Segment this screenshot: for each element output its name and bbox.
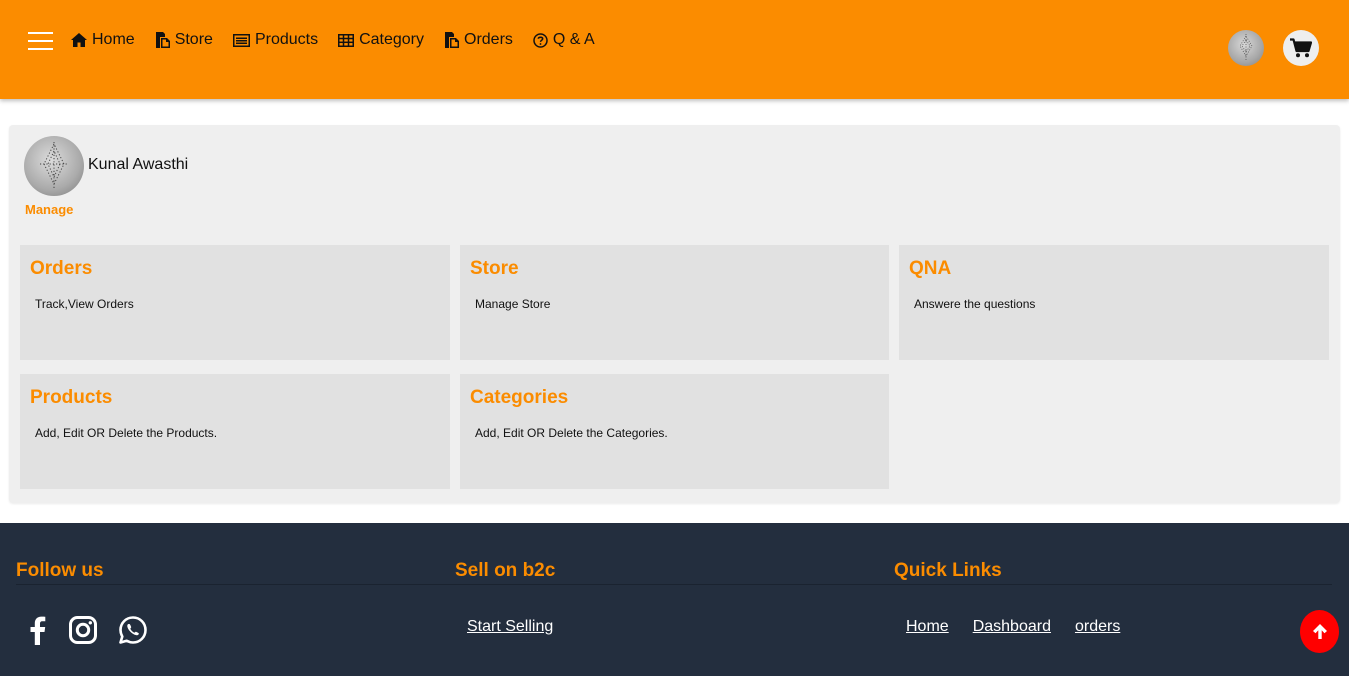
scroll-to-top-button[interactable] xyxy=(1300,610,1339,653)
footer-follow-section: Follow us xyxy=(16,560,104,582)
question-circle-icon xyxy=(533,32,548,48)
orders-icon xyxy=(445,32,459,48)
manage-profile-link[interactable]: Manage xyxy=(25,202,73,217)
footer: Follow us Sell on b2c Quick Links Start … xyxy=(0,523,1349,676)
nav-item-products[interactable]: Products xyxy=(232,31,319,49)
quick-links: Home Dashboard orders xyxy=(906,618,1144,636)
nav-label-orders: Orders xyxy=(464,31,513,48)
card-description: Track,View Orders xyxy=(35,297,134,311)
footer-divider xyxy=(16,584,1332,585)
instagram-icon[interactable] xyxy=(68,615,98,645)
card-title: Orders xyxy=(30,258,93,279)
top-navbar: Home Store Products Category Orders Q & … xyxy=(0,0,1349,99)
social-links xyxy=(26,615,168,645)
quick-link-orders[interactable]: orders xyxy=(1075,618,1120,636)
profile-avatar xyxy=(24,136,84,196)
nav-label-qa: Q & A xyxy=(552,31,595,48)
products-icon xyxy=(232,33,250,47)
nav-item-category[interactable]: Category xyxy=(338,31,424,49)
footer-heading-sell: Sell on b2c xyxy=(455,560,556,581)
card-title: QNA xyxy=(909,258,952,279)
card-categories[interactable]: Categories Add, Edit OR Delete the Categ… xyxy=(460,374,889,489)
whatsapp-icon[interactable] xyxy=(118,615,148,645)
footer-heading-quick-links: Quick Links xyxy=(894,560,1002,581)
nav-label-category: Category xyxy=(359,31,424,48)
card-orders[interactable]: Orders Track,View Orders xyxy=(20,245,450,360)
nav-item-store[interactable]: Store xyxy=(155,31,213,49)
category-icon xyxy=(338,33,355,47)
main-nav: Home Store Products Category Orders Q & … xyxy=(71,30,615,50)
hamburger-menu-icon[interactable] xyxy=(28,32,53,50)
card-title: Products xyxy=(30,387,113,408)
card-description: Manage Store xyxy=(475,297,551,311)
cart-button[interactable] xyxy=(1283,30,1319,66)
quick-link-dashboard[interactable]: Dashboard xyxy=(973,618,1051,636)
nav-label-store: Store xyxy=(174,31,213,48)
card-store[interactable]: Store Manage Store xyxy=(460,245,889,360)
footer-heading-follow: Follow us xyxy=(16,560,104,581)
home-icon xyxy=(71,33,87,47)
card-products[interactable]: Products Add, Edit OR Delete the Product… xyxy=(20,374,450,489)
user-avatar[interactable] xyxy=(1228,30,1264,66)
start-selling-link-wrap: Start Selling xyxy=(467,618,553,636)
footer-sell-section: Sell on b2c xyxy=(455,560,555,582)
nav-label-products: Products xyxy=(254,31,319,48)
start-selling-link[interactable]: Start Selling xyxy=(467,618,553,635)
card-description: Add, Edit OR Delete the Products. xyxy=(35,426,218,440)
nav-item-qa[interactable]: Q & A xyxy=(533,31,595,49)
quick-link-home[interactable]: Home xyxy=(906,618,949,636)
facebook-icon[interactable] xyxy=(26,615,48,645)
card-qna[interactable]: QNA Answere the questions xyxy=(899,245,1329,360)
card-title: Store xyxy=(470,258,519,279)
footer-quick-links-section: Quick Links xyxy=(894,560,1002,582)
profile-name: Kunal Awasthi xyxy=(88,156,189,173)
shopping-cart-icon xyxy=(1290,38,1312,58)
nav-label-home: Home xyxy=(92,31,135,48)
card-description: Answere the questions xyxy=(914,297,1036,311)
avatar-pattern-icon xyxy=(1239,34,1253,60)
nav-item-home[interactable]: Home xyxy=(71,31,135,49)
nav-item-orders[interactable]: Orders xyxy=(444,31,513,49)
card-title: Categories xyxy=(470,387,569,408)
avatar-pattern-icon xyxy=(40,142,68,188)
arrow-up-icon xyxy=(1312,624,1327,639)
store-icon xyxy=(155,32,170,48)
card-description: Add, Edit OR Delete the Categories. xyxy=(475,426,668,440)
dashboard-panel: Kunal Awasthi Manage Orders Track,View O… xyxy=(9,125,1340,503)
